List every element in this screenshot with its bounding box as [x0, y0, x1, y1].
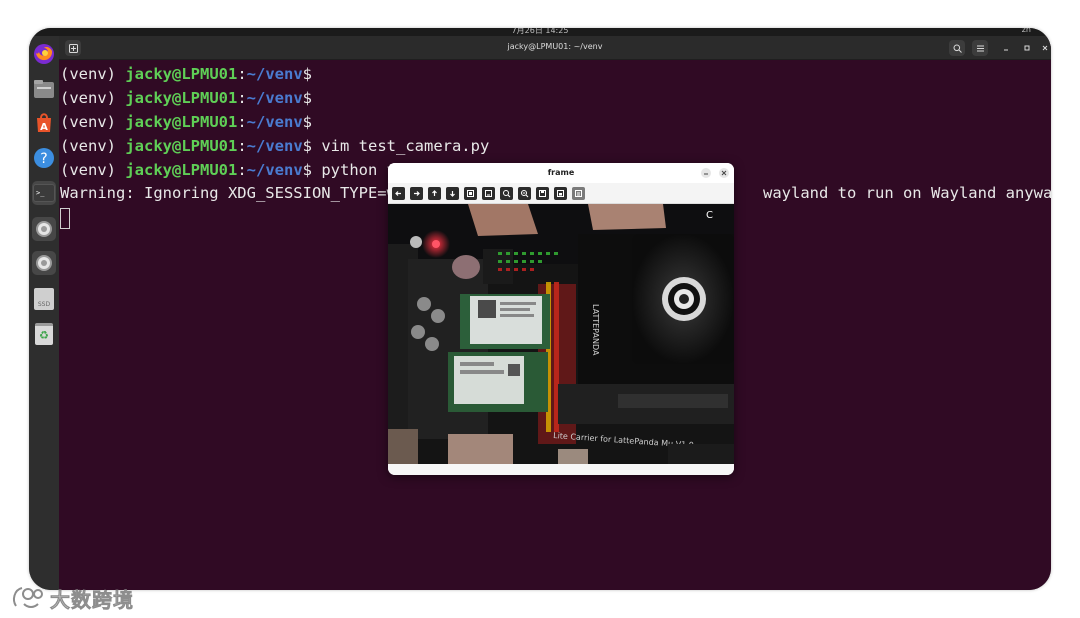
firefox-icon: [34, 44, 54, 64]
terminal-line-3: (venv) jacky@LPMU01:~/venv$: [60, 113, 312, 131]
frame-close-button[interactable]: [719, 168, 729, 178]
search-button[interactable]: [949, 40, 965, 56]
svg-text:?: ?: [40, 151, 47, 167]
frame-title: frame: [547, 168, 575, 177]
svg-text:C: C: [706, 210, 713, 221]
close-button[interactable]: [1037, 40, 1051, 56]
tool-properties[interactable]: [572, 187, 585, 200]
close-icon: [721, 170, 727, 176]
dock-trash[interactable]: ♻: [32, 322, 56, 346]
terminal-title: jacky@LPMU01: ~/venv: [507, 42, 603, 51]
terminal-warning-left: Warning: Ignoring XDG_SESSION_TYPE=w: [60, 184, 396, 202]
dock-firefox[interactable]: [32, 42, 56, 66]
camera-image: C LATTEPANDA Lite Carrier for LattePanda…: [388, 204, 734, 464]
finger-right: [588, 204, 666, 230]
dock-settings-2[interactable]: [32, 251, 56, 275]
terminal-line-5: (venv) jacky@LPMU01:~/venv$ python t: [60, 161, 396, 179]
tool-home[interactable]: [392, 187, 405, 200]
dock-ssd[interactable]: SSD: [32, 287, 56, 311]
drive-icon: SSD: [34, 288, 54, 310]
zoom-in-icon: [485, 190, 492, 197]
terminal-icon: >_: [33, 184, 55, 202]
dock-terminal[interactable]: >_: [32, 181, 56, 205]
tool-forward[interactable]: [428, 187, 441, 200]
finger-left: [468, 204, 538, 236]
top-bar: 7月26日 14:25 zh: [29, 28, 1051, 36]
folder-icon: [34, 80, 54, 98]
tool-zoom-out[interactable]: [500, 187, 513, 200]
close-icon: [1042, 45, 1048, 51]
minimize-button[interactable]: [998, 40, 1014, 56]
properties-icon: [575, 190, 582, 197]
ssd-label: SSD: [37, 301, 51, 308]
help-icon: ?: [34, 148, 54, 168]
frame-minimize-button[interactable]: [701, 168, 711, 178]
zoom-out-icon: [503, 190, 511, 198]
zoom-fit-icon: [521, 190, 529, 198]
minimize-icon: [704, 173, 708, 175]
gear-icon: [36, 221, 52, 237]
watermark: 大数跨境: [10, 583, 134, 613]
terminal-line-4: (venv) jacky@LPMU01:~/venv$ vim test_cam…: [60, 137, 490, 155]
terminal-warning-right: wayland to run on Wayland anyway.: [763, 184, 1051, 202]
terminal-line-1: (venv) jacky@LPMU01:~/venv$: [60, 65, 312, 83]
tool-zoom-in[interactable]: [482, 187, 495, 200]
system-indicator[interactable]: zh: [1022, 28, 1031, 34]
tool-zoom-fit[interactable]: [518, 187, 531, 200]
tool-zoom[interactable]: [464, 187, 477, 200]
camera-feed: C LATTEPANDA Lite Carrier for LattePanda…: [388, 204, 734, 464]
maximize-icon: [1024, 45, 1030, 51]
minimize-icon: [1004, 49, 1008, 51]
home-icon: [395, 191, 401, 196]
frame-window[interactable]: frame C LATTEPANDA Lite Carrier for Latt…: [388, 163, 734, 475]
tool-pan[interactable]: [446, 187, 459, 200]
brand-text: LATTEPANDA: [591, 304, 600, 356]
dock-software[interactable]: A: [32, 111, 56, 135]
search-icon: [953, 44, 962, 53]
menu-button[interactable]: [972, 40, 988, 56]
back-icon: [414, 191, 420, 196]
trash-icon: ♻: [35, 323, 53, 345]
hamburger-icon: [976, 45, 984, 51]
frame-titlebar[interactable]: frame: [388, 163, 734, 183]
watermark-logo-icon: [13, 587, 43, 608]
zoom-icon: [467, 190, 474, 197]
frame-statusbar: [388, 464, 734, 475]
dock-files[interactable]: [32, 77, 56, 101]
watermark-text: 大数跨境: [50, 587, 134, 612]
terminal-line-2: (venv) jacky@LPMU01:~/venv$: [60, 89, 312, 107]
pan-icon: [450, 191, 455, 197]
copy-icon: [557, 190, 564, 197]
recycle-glyph: ♻: [39, 329, 49, 342]
clock[interactable]: 7月26日 14:25: [29, 28, 1051, 36]
dock-settings-1[interactable]: [32, 217, 56, 241]
gear-icon: [36, 255, 52, 271]
frame-toolbar: [388, 183, 734, 204]
save-icon: [539, 190, 546, 197]
dock-help[interactable]: ?: [32, 146, 56, 170]
tool-copy[interactable]: [554, 187, 567, 200]
terminal-titlebar[interactable]: jacky@LPMU01: ~/venv: [59, 36, 1051, 60]
forward-icon: [432, 190, 437, 196]
tool-back[interactable]: [410, 187, 423, 200]
maximize-button[interactable]: [1019, 40, 1035, 56]
tool-save[interactable]: [536, 187, 549, 200]
terminal-glyph: >_: [36, 189, 45, 197]
app-center-icon: A: [37, 113, 51, 133]
dock: A ? >_ SSD ♻: [29, 36, 59, 590]
svg-text:A: A: [40, 122, 48, 133]
terminal-cursor: [60, 208, 70, 229]
